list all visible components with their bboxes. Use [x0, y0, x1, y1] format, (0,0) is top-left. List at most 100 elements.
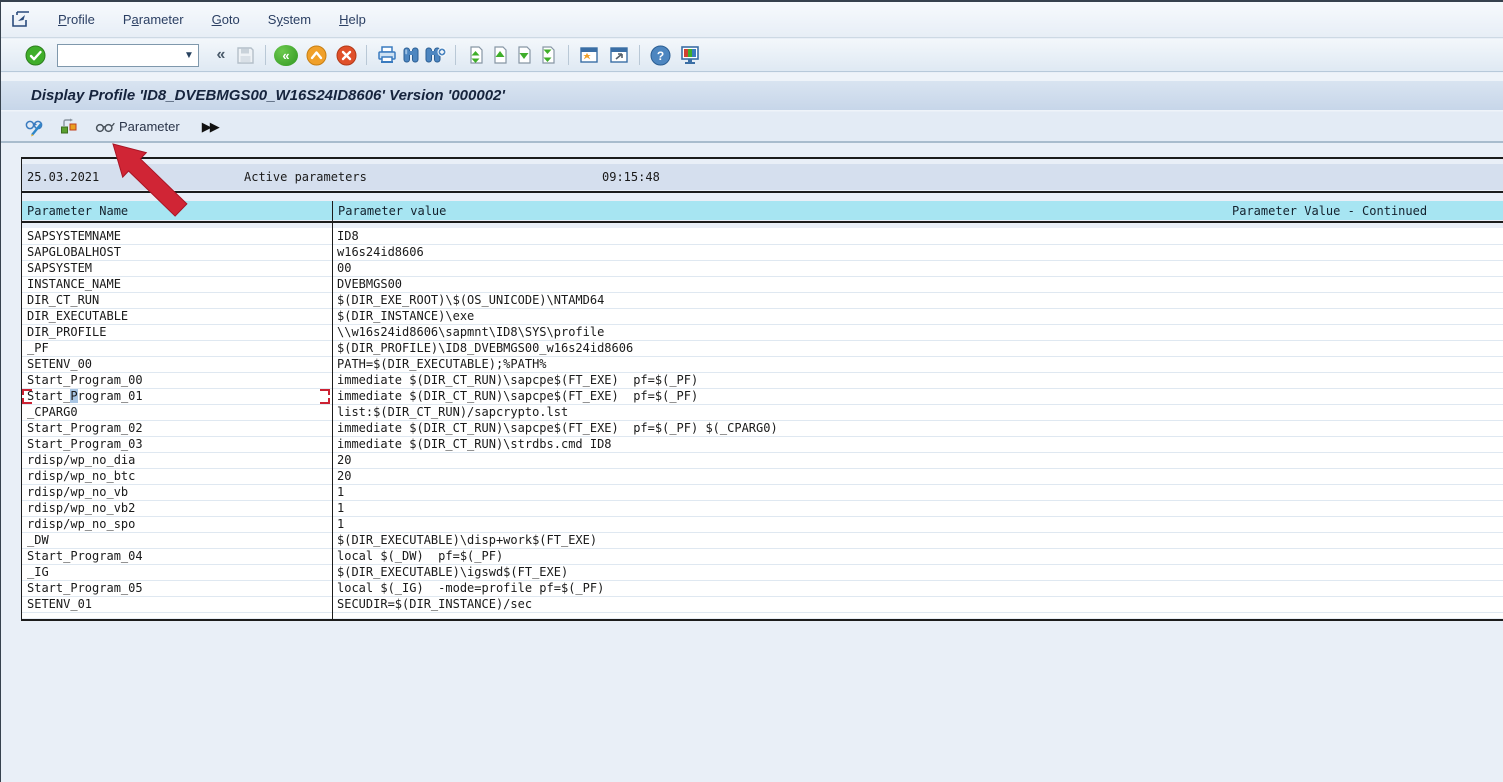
table-row[interactable]: DIR_PROFILE\\w16s24id8606\sapmnt\ID8\SYS… — [22, 325, 1503, 341]
parameter-name-cell[interactable]: Start_Program_03 — [22, 437, 332, 452]
parameter-value-cell[interactable]: 20 — [332, 453, 1503, 468]
table-row[interactable]: rdisp/wp_no_spo1 — [22, 517, 1503, 533]
check-profile-icon[interactable] — [57, 114, 81, 140]
parameter-value-cell[interactable]: DVEBMGS00 — [332, 277, 1503, 292]
parameter-value-cell[interactable]: SECUDIR=$(DIR_INSTANCE)/sec — [332, 597, 1503, 612]
parameter-name-cell[interactable]: rdisp/wp_no_btc — [22, 469, 332, 484]
parameter-value-cell[interactable]: 00 — [332, 261, 1503, 276]
parameter-button[interactable]: Parameter — [91, 117, 184, 136]
table-row[interactable]: DIR_CT_RUN$(DIR_EXE_ROOT)\$(OS_UNICODE)\… — [22, 293, 1503, 309]
menu-item-system[interactable]: System — [254, 8, 325, 31]
table-row[interactable]: _CPARG0list:$(DIR_CT_RUN)/sapcrypto.lst — [22, 405, 1503, 421]
menu-item-help[interactable]: Help — [325, 8, 380, 31]
command-dropdown-icon[interactable]: ▼ — [180, 45, 198, 66]
parameter-name-cell[interactable]: Start_Program_01 — [22, 389, 332, 404]
table-row[interactable]: _DW$(DIR_EXECUTABLE)\disp+work$(FT_EXE) — [22, 533, 1503, 549]
parameter-value-cell[interactable]: immediate $(DIR_CT_RUN)\sapcpe$(FT_EXE) … — [332, 373, 1503, 388]
parameter-value-cell[interactable]: local $(_IG) -mode=profile pf=$(_PF) — [332, 581, 1503, 596]
page-down-icon[interactable] — [512, 42, 536, 68]
page-up-icon[interactable] — [488, 42, 512, 68]
first-page-icon[interactable] — [464, 42, 488, 68]
parameter-value-cell[interactable]: $(DIR_EXECUTABLE)\disp+work$(FT_EXE) — [332, 533, 1503, 548]
enter-icon[interactable] — [23, 42, 47, 68]
parameter-name-cell[interactable]: DIR_EXECUTABLE — [22, 309, 332, 324]
print-icon[interactable] — [375, 42, 399, 68]
save-icon[interactable] — [233, 42, 257, 68]
parameter-name-cell[interactable]: INSTANCE_NAME — [22, 277, 332, 292]
display-change-icon[interactable] — [23, 114, 47, 140]
table-row[interactable]: _PF$(DIR_PROFILE)\ID8_DVEBMGS00_w16s24id… — [22, 341, 1503, 357]
find-icon[interactable] — [399, 42, 423, 68]
new-session-icon[interactable] — [577, 42, 601, 68]
table-row[interactable]: rdisp/wp_no_vb21 — [22, 501, 1503, 517]
parameter-name-cell[interactable]: DIR_PROFILE — [22, 325, 332, 340]
parameter-value-cell[interactable]: local $(_DW) pf=$(_PF) — [332, 549, 1503, 564]
parameter-name-cell[interactable]: SAPGLOBALHOST — [22, 245, 332, 260]
parameter-name-cell[interactable]: SAPSYSTEM — [22, 261, 332, 276]
parameter-name-cell[interactable]: SAPSYSTEMNAME — [22, 229, 332, 244]
table-row[interactable]: Start_Program_03immediate $(DIR_CT_RUN)\… — [22, 437, 1503, 453]
menu-item-goto[interactable]: Goto — [198, 8, 254, 31]
table-row[interactable]: rdisp/wp_no_vb1 — [22, 485, 1503, 501]
parameter-name-cell[interactable]: Start_Program_04 — [22, 549, 332, 564]
parameter-value-cell[interactable]: 20 — [332, 469, 1503, 484]
back-icon[interactable]: « — [274, 45, 298, 66]
column-header-value[interactable]: Parameter value — [338, 204, 446, 218]
system-menu-icon[interactable] — [11, 11, 30, 28]
parameter-value-cell[interactable]: \\w16s24id8606\sapmnt\ID8\SYS\profile — [332, 325, 1503, 340]
expand-icon[interactable]: ▶▶ — [202, 119, 218, 135]
parameter-value-cell[interactable]: 1 — [332, 517, 1503, 532]
table-row[interactable]: rdisp/wp_no_btc20 — [22, 469, 1503, 485]
parameter-value-cell[interactable]: PATH=$(DIR_EXECUTABLE);%PATH% — [332, 357, 1503, 372]
parameter-name-cell[interactable]: Start_Program_00 — [22, 373, 332, 388]
parameter-name-cell[interactable]: rdisp/wp_no_vb2 — [22, 501, 332, 516]
parameter-name-cell[interactable]: rdisp/wp_no_spo — [22, 517, 332, 532]
table-row[interactable]: Start_Program_01immediate $(DIR_CT_RUN)\… — [22, 389, 1503, 405]
command-field[interactable]: ▼ — [57, 44, 199, 67]
parameter-name-cell[interactable]: _DW — [22, 533, 332, 548]
table-row[interactable]: _IG$(DIR_EXECUTABLE)\igswd$(FT_EXE) — [22, 565, 1503, 581]
parameter-value-cell[interactable]: immediate $(DIR_CT_RUN)\sapcpe$(FT_EXE) … — [332, 421, 1503, 436]
table-row[interactable]: Start_Program_05local $(_IG) -mode=profi… — [22, 581, 1503, 597]
table-row[interactable]: INSTANCE_NAMEDVEBMGS00 — [22, 277, 1503, 293]
table-row[interactable]: DIR_EXECUTABLE$(DIR_INSTANCE)\exe — [22, 309, 1503, 325]
parameter-value-cell[interactable]: $(DIR_EXECUTABLE)\igswd$(FT_EXE) — [332, 565, 1503, 580]
parameter-value-cell[interactable]: 1 — [332, 501, 1503, 516]
parameter-value-cell[interactable]: $(DIR_INSTANCE)\exe — [332, 309, 1503, 324]
parameter-name-cell[interactable]: _CPARG0 — [22, 405, 332, 420]
find-next-icon[interactable] — [423, 42, 447, 68]
parameter-name-cell[interactable]: _PF — [22, 341, 332, 356]
table-row[interactable]: Start_Program_04local $(_DW) pf=$(_PF) — [22, 549, 1503, 565]
parameter-name-cell[interactable]: SETENV_01 — [22, 597, 332, 612]
parameter-name-cell[interactable]: DIR_CT_RUN — [22, 293, 332, 308]
menu-item-parameter[interactable]: Parameter — [109, 8, 198, 31]
help-icon[interactable]: ? — [648, 42, 672, 68]
collapse-icon[interactable]: « — [209, 42, 233, 68]
create-shortcut-icon[interactable] — [607, 42, 631, 68]
table-row[interactable]: SAPSYSTEMNAMEID8 — [22, 229, 1503, 245]
parameter-name-cell[interactable]: _IG — [22, 565, 332, 580]
table-row[interactable]: SAPGLOBALHOSTw16s24id8606 — [22, 245, 1503, 261]
table-row[interactable]: Start_Program_02immediate $(DIR_CT_RUN)\… — [22, 421, 1503, 437]
command-input[interactable] — [58, 45, 180, 66]
table-row[interactable]: SETENV_00PATH=$(DIR_EXECUTABLE);%PATH% — [22, 357, 1503, 373]
parameter-name-cell[interactable]: SETENV_00 — [22, 357, 332, 372]
table-row[interactable]: Start_Program_00immediate $(DIR_CT_RUN)\… — [22, 373, 1503, 389]
table-row[interactable]: SETENV_01SECUDIR=$(DIR_INSTANCE)/sec — [22, 597, 1503, 613]
exit-icon[interactable] — [304, 42, 328, 68]
parameter-value-cell[interactable]: immediate $(DIR_CT_RUN)\sapcpe$(FT_EXE) … — [332, 389, 1503, 404]
parameter-name-cell[interactable]: rdisp/wp_no_dia — [22, 453, 332, 468]
parameter-value-cell[interactable]: immediate $(DIR_CT_RUN)\strdbs.cmd ID8 — [332, 437, 1503, 452]
table-row[interactable]: SAPSYSTEM00 — [22, 261, 1503, 277]
parameter-name-cell[interactable]: Start_Program_05 — [22, 581, 332, 596]
parameter-value-cell[interactable]: $(DIR_PROFILE)\ID8_DVEBMGS00_w16s24id860… — [332, 341, 1503, 356]
column-header-name[interactable]: Parameter Name — [27, 204, 128, 218]
menu-item-profile[interactable]: Profile — [44, 8, 109, 31]
parameter-name-cell[interactable]: Start_Program_02 — [22, 421, 332, 436]
parameter-value-cell[interactable]: list:$(DIR_CT_RUN)/sapcrypto.lst — [332, 405, 1503, 420]
table-row[interactable]: rdisp/wp_no_dia20 — [22, 453, 1503, 469]
last-page-icon[interactable] — [536, 42, 560, 68]
parameter-value-cell[interactable]: ID8 — [332, 229, 1503, 244]
parameter-value-cell[interactable]: $(DIR_EXE_ROOT)\$(OS_UNICODE)\NTAMD64 — [332, 293, 1503, 308]
customize-layout-icon[interactable] — [678, 42, 702, 68]
